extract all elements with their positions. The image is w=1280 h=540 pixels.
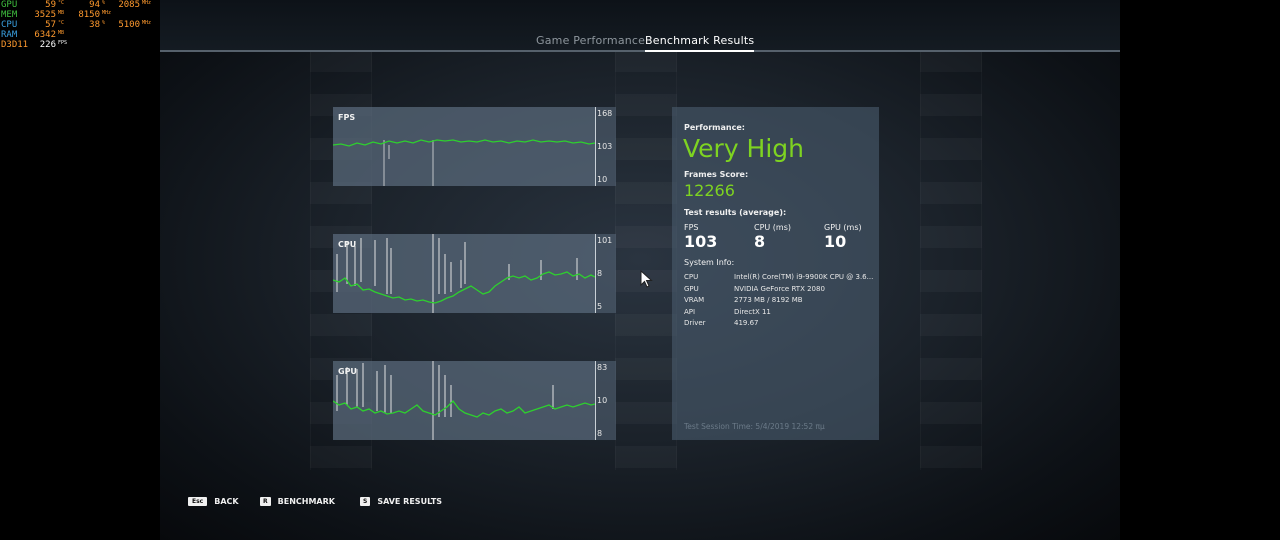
graph-axis (595, 361, 596, 440)
osd-unit: FPS (58, 40, 68, 46)
fps-tick-avg: 103 (597, 142, 613, 151)
sys-value-cpu: Intel(R) Core(TM) i9-9900K CPU @ 3.6... (734, 273, 874, 281)
gpu-stat-label: GPU (ms) (824, 223, 862, 232)
osd-label: D3D11 (1, 40, 29, 50)
tab-game-performance[interactable]: Game Performance (536, 34, 645, 47)
osd-unit: MHz (142, 0, 152, 6)
frames-score-label: Frames Score: (684, 170, 749, 179)
system-info-label: System Info: (684, 258, 735, 267)
gpu-graph-lines (333, 361, 595, 440)
sys-value-vram: 2773 MB / 8192 MB (734, 296, 803, 304)
sys-value-gpu: NVIDIA GeForce RTX 2080 (734, 285, 825, 293)
save-results-button[interactable]: S SAVE RESULTS (360, 497, 442, 511)
fps-tick-max: 168 (597, 109, 613, 118)
gpu-graph: GPU 83 10 8 (333, 361, 616, 440)
hieroglyph-column (920, 50, 982, 470)
mouse-cursor-icon (640, 270, 653, 288)
benchmark-label: BENCHMARK (277, 497, 335, 506)
performance-label: Performance: (684, 123, 745, 132)
sys-key-vram: VRAM (684, 296, 705, 304)
gpu-tick-max: 83 (597, 363, 608, 372)
osd-value: 226 (39, 40, 56, 50)
cpu-tick-max: 101 (597, 236, 613, 245)
cpu-graph: CPU 101 8 5 (333, 234, 616, 313)
cpu-stat-value: 8 (754, 232, 766, 251)
sys-key-gpu: GPU (684, 285, 699, 293)
tab-benchmark-results[interactable]: Benchmark Results (645, 34, 755, 52)
fps-graph-lines (333, 139, 595, 186)
top-tab-bar: Game Performance Benchmark Results (160, 0, 1120, 52)
hieroglyph-column (615, 50, 677, 470)
esc-key-icon: Esc (188, 497, 208, 506)
benchmark-button[interactable]: R BENCHMARK (260, 497, 335, 511)
cpu-tick-avg: 8 (597, 269, 603, 278)
graph-axis (595, 107, 596, 186)
cpu-stat-label: CPU (ms) (754, 223, 792, 232)
fps-graph: FPS 168 103 10 (333, 107, 616, 186)
sys-key-api: API (684, 308, 696, 316)
fps-stat-label: FPS (684, 223, 699, 232)
r-key-icon: R (260, 497, 271, 506)
graph-axis (595, 234, 596, 313)
save-results-label: SAVE RESULTS (377, 497, 443, 506)
fps-tick-min: 10 (597, 175, 608, 184)
gpu-tick-avg: 10 (597, 396, 608, 405)
sys-key-cpu: CPU (684, 273, 699, 281)
fps-stat-value: 103 (684, 232, 718, 251)
test-session-time: Test Session Time: 5/4/2019 12:52 πμ (684, 422, 825, 431)
test-results-label: Test results (average): (684, 208, 787, 217)
sys-value-driver: 419.67 (734, 319, 759, 327)
cpu-tick-min: 5 (597, 302, 603, 311)
results-panel: Performance: Very High Frames Score: 122… (672, 107, 879, 440)
gpu-tick-min: 8 (597, 429, 603, 438)
s-key-icon: S (360, 497, 371, 506)
sys-key-driver: Driver (684, 319, 706, 327)
osd-unit: MHz (142, 20, 152, 26)
frames-score-value: 12266 (684, 181, 735, 200)
osd-row-d3d11: D3D11 226 FPS (0, 40, 160, 51)
performance-overlay: GPU 59 °C 94 % 2085 MHz MEM 3525 MB 8150… (0, 0, 160, 52)
fps-graph-title: FPS (338, 113, 356, 122)
sys-value-api: DirectX 11 (734, 308, 771, 316)
cpu-graph-title: CPU (338, 240, 357, 249)
osd-unit: % (102, 20, 106, 26)
gpu-graph-title: GPU (338, 367, 357, 376)
performance-value: Very High (683, 134, 805, 163)
back-button[interactable]: Esc BACK (188, 497, 239, 511)
back-label: BACK (214, 497, 239, 506)
gpu-stat-value: 10 (824, 232, 847, 251)
cpu-graph-lines (333, 234, 595, 313)
